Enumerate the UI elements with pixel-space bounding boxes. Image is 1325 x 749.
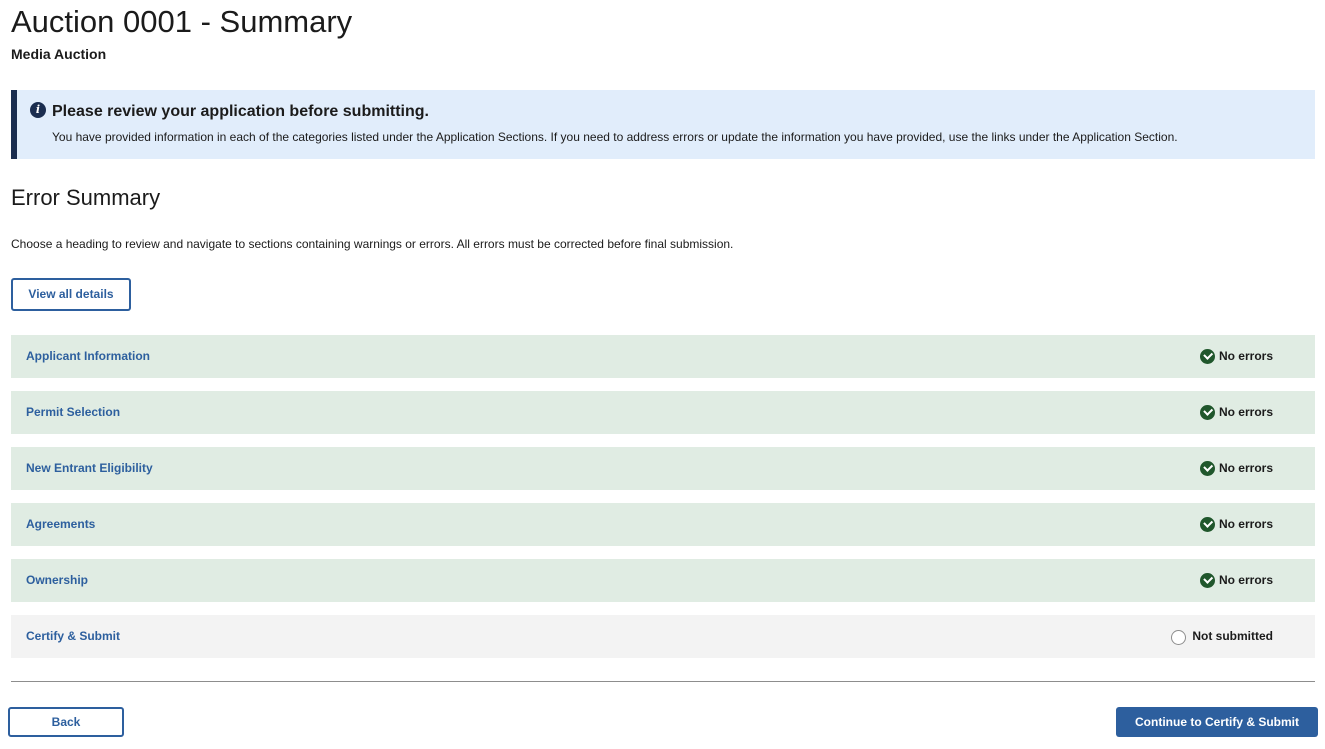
section-status: No errors <box>1199 573 1273 588</box>
section-row-applicant-information: Applicant Information No errors <box>11 335 1315 378</box>
section-link-ownership[interactable]: Ownership <box>26 573 88 588</box>
error-summary-description: Choose a heading to review and navigate … <box>11 237 734 251</box>
section-link-certify-submit[interactable]: Certify & Submit <box>26 629 120 644</box>
section-row-ownership: Ownership No errors <box>11 559 1315 602</box>
section-status-list: Applicant Information No errors Permit S… <box>11 335 1315 671</box>
section-status: No errors <box>1199 461 1273 476</box>
check-circle-icon <box>1199 461 1215 476</box>
section-link-applicant-information[interactable]: Applicant Information <box>26 349 150 364</box>
error-summary-heading: Error Summary <box>11 185 161 210</box>
status-text: No errors <box>1218 573 1273 587</box>
page-title: Auction 0001 - Summary <box>11 4 353 39</box>
continue-to-certify-submit-button[interactable]: Continue to Certify & Submit <box>1116 707 1318 737</box>
review-alert: i Please review your application before … <box>11 90 1315 159</box>
back-button[interactable]: Back <box>8 707 124 737</box>
view-all-details-button[interactable]: View all details <box>11 278 131 311</box>
section-status: No errors <box>1199 517 1273 532</box>
status-text: No errors <box>1218 349 1273 363</box>
section-link-permit-selection[interactable]: Permit Selection <box>26 405 120 420</box>
section-status: No errors <box>1199 405 1273 420</box>
alert-heading: Please review your application before su… <box>52 103 429 120</box>
footer-divider <box>11 681 1315 682</box>
section-status: No errors <box>1199 349 1273 364</box>
check-circle-icon <box>1199 405 1215 420</box>
check-circle-icon <box>1199 517 1215 532</box>
status-text: Not submitted <box>1192 629 1273 643</box>
check-circle-icon <box>1199 349 1215 364</box>
info-icon: i <box>30 102 46 118</box>
check-circle-icon <box>1199 573 1215 588</box>
page-subtitle: Media Auction <box>11 46 107 62</box>
section-link-agreements[interactable]: Agreements <box>26 517 95 532</box>
status-text: No errors <box>1218 517 1273 531</box>
empty-circle-icon <box>1171 630 1187 645</box>
section-row-agreements: Agreements No errors <box>11 503 1315 546</box>
section-row-new-entrant-eligibility: New Entrant Eligibility No errors <box>11 447 1315 490</box>
section-row-permit-selection: Permit Selection No errors <box>11 391 1315 434</box>
status-text: No errors <box>1218 405 1273 419</box>
section-link-new-entrant-eligibility[interactable]: New Entrant Eligibility <box>26 461 153 476</box>
section-row-certify-submit: Certify & Submit Not submitted <box>11 615 1315 658</box>
section-status: Not submitted <box>1171 629 1273 645</box>
alert-body: You have provided information in each of… <box>52 130 1178 144</box>
status-text: No errors <box>1218 461 1273 475</box>
